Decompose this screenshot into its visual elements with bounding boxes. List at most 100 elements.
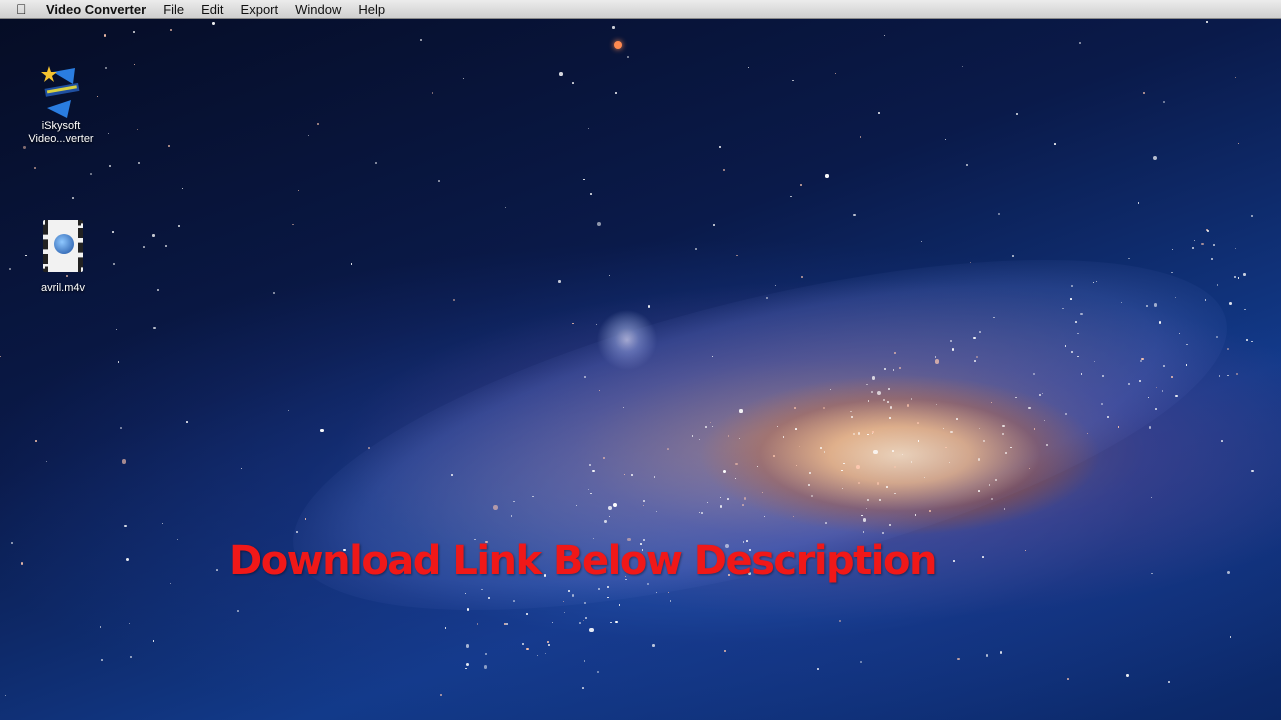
star	[8, 268, 11, 270]
star	[1015, 112, 1019, 115]
star	[1015, 396, 1017, 398]
star	[450, 474, 453, 477]
star	[790, 195, 792, 197]
star	[1044, 419, 1046, 421]
star	[1141, 357, 1144, 361]
star	[317, 122, 320, 125]
star	[273, 291, 276, 294]
star	[579, 621, 582, 624]
star	[655, 511, 658, 513]
star	[186, 421, 189, 423]
star	[747, 67, 750, 69]
star	[1244, 309, 1246, 311]
menu-window[interactable]: Window	[295, 2, 341, 17]
star	[950, 430, 953, 434]
star	[859, 661, 862, 664]
star	[857, 481, 860, 484]
star	[868, 400, 870, 402]
star	[608, 505, 613, 510]
star	[723, 168, 726, 171]
star	[978, 490, 980, 492]
menu-export[interactable]: Export	[241, 2, 279, 17]
star	[792, 79, 794, 81]
star	[819, 446, 823, 450]
star	[589, 628, 594, 633]
star	[598, 389, 600, 391]
star	[1150, 496, 1153, 499]
icon-label: avril.m4v	[40, 282, 85, 294]
star	[584, 617, 587, 620]
star	[961, 66, 963, 68]
star	[699, 438, 701, 440]
star	[1145, 305, 1148, 308]
star	[72, 197, 74, 199]
star	[1080, 373, 1083, 375]
star	[1093, 360, 1096, 363]
star	[4, 695, 7, 697]
star	[1147, 397, 1149, 399]
star	[240, 467, 242, 469]
star	[652, 644, 655, 647]
star	[994, 479, 997, 482]
star	[124, 524, 127, 528]
star	[1229, 636, 1231, 638]
star	[642, 505, 644, 507]
star	[871, 391, 874, 394]
star-field	[0, 0, 1281, 720]
star	[109, 165, 112, 168]
star	[977, 458, 981, 461]
star	[876, 482, 880, 485]
star	[614, 41, 622, 49]
star	[129, 655, 133, 658]
star	[23, 146, 26, 149]
menu-app-name[interactable]: Video Converter	[46, 2, 146, 17]
star	[1101, 374, 1105, 377]
star	[1054, 143, 1057, 145]
star	[112, 230, 115, 233]
star	[765, 297, 768, 300]
star	[571, 82, 574, 84]
star	[1204, 299, 1207, 301]
menu-file[interactable]: File	[163, 2, 184, 17]
apple-logo-icon[interactable]: 	[16, 1, 32, 17]
menu-edit[interactable]: Edit	[201, 2, 223, 17]
star	[1127, 383, 1130, 386]
star	[979, 331, 981, 333]
star	[1077, 356, 1079, 358]
star	[153, 326, 157, 330]
star	[735, 462, 738, 466]
star	[596, 670, 600, 674]
star	[1216, 283, 1219, 286]
star	[756, 466, 758, 468]
star	[808, 483, 811, 486]
star	[10, 541, 13, 544]
icon-label-line1: iSkysoft	[41, 120, 81, 132]
star	[178, 224, 181, 227]
star	[138, 161, 141, 164]
star	[1153, 303, 1158, 307]
star	[810, 495, 813, 498]
star	[90, 173, 93, 175]
star	[1186, 343, 1189, 346]
star	[113, 263, 115, 265]
star	[297, 189, 300, 192]
star	[852, 432, 855, 435]
menu-help[interactable]: Help	[358, 2, 385, 17]
star	[829, 388, 832, 391]
star	[212, 22, 215, 25]
desktop-icon-iskysoft[interactable]: iSkysoft Video...verter	[16, 64, 106, 146]
star	[1174, 296, 1177, 299]
star	[1010, 446, 1012, 449]
star	[655, 591, 657, 594]
star	[1065, 413, 1068, 416]
star	[590, 193, 592, 195]
star	[101, 659, 104, 662]
star	[522, 642, 524, 645]
star	[595, 324, 598, 326]
star	[978, 427, 980, 429]
star	[552, 622, 554, 624]
star	[544, 652, 547, 655]
desktop-icon-avril[interactable]: avril.m4v	[18, 220, 108, 295]
star	[121, 459, 127, 464]
star	[465, 592, 467, 594]
